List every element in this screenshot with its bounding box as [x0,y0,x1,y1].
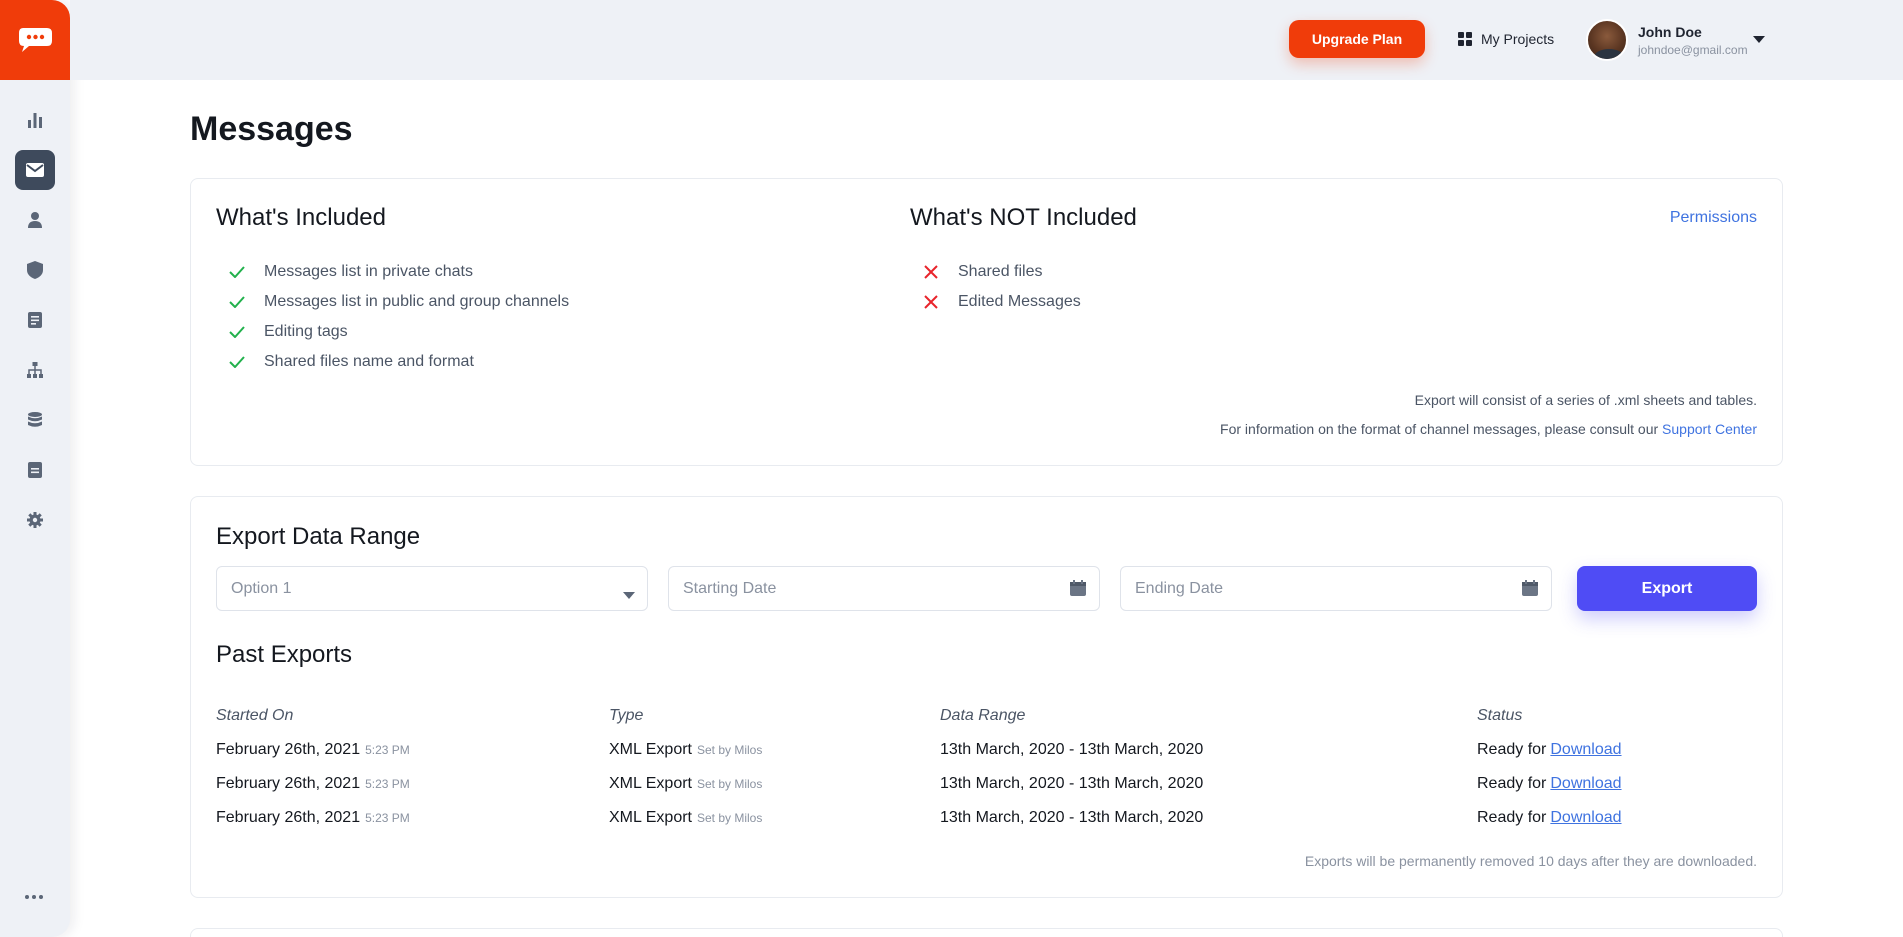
sidebar-item-structure[interactable] [15,350,55,390]
close-icon [924,265,938,279]
app-logo[interactable] [0,0,70,80]
exports-footnote: Exports will be permanently removed 10 d… [1304,853,1757,869]
sidebar-item-documents[interactable] [15,300,55,340]
column-header-status: Status [1477,707,1523,724]
not-included-title: What's NOT Included [910,204,1137,231]
sitemap-icon [27,362,43,378]
column-header-type: Type [609,707,644,724]
document-icon [28,312,42,328]
list-item: Messages list in private chats [226,257,569,287]
started-on-date: February 26th, 2021 [216,809,361,826]
ending-date-placeholder: Ending Date [1135,579,1224,597]
data-range: 13th March, 2020 - 13th March, 2020 [940,775,1204,792]
starting-date-field[interactable]: Starting Date [668,566,1100,611]
upgrade-plan-button[interactable]: Upgrade Plan [1289,20,1425,58]
list-item: Messages list in public and group channe… [226,287,569,317]
sidebar-item-security[interactable] [15,250,55,290]
note-icon [28,462,42,478]
ending-date-field[interactable]: Ending Date [1120,566,1552,611]
my-projects-label: My Projects [1481,31,1555,47]
sidebar-item-reports[interactable] [15,450,55,490]
table-row: February 26th, 2021 5:23 PM XML Export Set… [191,733,1784,767]
included-list: Messages list in private chats Messages … [226,257,569,377]
sidebar-item-analytics[interactable] [15,100,55,140]
user-email: johndoe@gmail.com [1638,42,1748,57]
started-on-time: 5:23 PM [365,777,410,791]
permissions-link[interactable]: Permissions [1670,209,1757,227]
user-icon [28,212,42,228]
avatar [1586,19,1628,61]
download-link[interactable]: Download [1550,741,1621,759]
envelope-icon [26,163,44,177]
set-by: Set by Milos [697,777,763,791]
grid-icon [1458,32,1472,46]
started-on-date: February 26th, 2021 [216,775,361,792]
next-card [190,928,1783,937]
export-info-card: What's Included Messages list in private… [190,178,1783,466]
list-item: Editing tags [226,317,569,347]
list-item: Shared files [920,257,1081,287]
sidebar-item-messages[interactable] [15,150,55,190]
past-exports-title: Past Exports [216,641,353,668]
sidebar-item-database[interactable] [15,400,55,440]
support-note-text: For information on the format of channel… [1220,421,1663,437]
data-range: 13th March, 2020 - 13th March, 2020 [940,741,1204,758]
user-menu[interactable]: John Doe johndoe@gmail.com [1586,18,1765,62]
list-item: Edited Messages [920,287,1081,317]
check-icon [229,266,245,278]
chevron-down-icon[interactable] [1753,36,1765,43]
starting-date-placeholder: Starting Date [683,579,777,597]
page-title: Messages [190,110,353,148]
export-type: XML Export [609,809,692,826]
download-link[interactable]: Download [1550,809,1621,827]
option-select[interactable]: Option 1 [216,566,648,611]
calendar-icon [1069,579,1087,602]
status-text: Ready for [1477,741,1547,758]
shield-icon [27,261,43,279]
export-type: XML Export [609,741,692,758]
export-card: Export Data Range Option 1 Starting Date… [190,496,1783,898]
table-row: February 26th, 2021 5:23 PM XML Export Set… [191,801,1784,835]
support-center-link[interactable]: Support Center [1662,421,1757,437]
started-on-time: 5:23 PM [365,743,410,757]
export-button[interactable]: Export [1577,566,1757,611]
set-by: Set by Milos [697,743,763,757]
status-text: Ready for [1477,809,1547,826]
close-icon [924,295,938,309]
export-range-title: Export Data Range [216,523,421,550]
check-icon [229,296,245,308]
check-icon [229,326,245,338]
check-icon [229,356,245,368]
calendar-icon [1521,579,1539,602]
user-name: John Doe [1638,23,1702,40]
option-select-value: Option 1 [231,579,292,597]
database-icon [28,412,42,427]
support-note: For information on the format of channel… [1220,421,1757,437]
sidebar-item-settings[interactable] [15,500,55,540]
sidebar [0,0,70,937]
my-projects-link[interactable]: My Projects [1458,29,1554,49]
table-row: February 26th, 2021 5:23 PM XML Export Set… [191,767,1784,801]
more-menu-icon[interactable] [25,895,43,899]
sidebar-item-users[interactable] [15,200,55,240]
chat-bubble-icon [19,28,52,52]
column-header-data-range: Data Range [940,707,1026,724]
not-included-list: Shared files Edited Messages [920,257,1081,317]
column-header-started-on: Started On [216,707,294,724]
included-title: What's Included [216,204,387,231]
export-format-note: Export will consist of a series of .xml … [1414,392,1757,408]
bar-chart-icon [28,113,42,128]
download-link[interactable]: Download [1550,775,1621,793]
chevron-down-icon [623,586,635,604]
started-on-time: 5:23 PM [365,811,410,825]
set-by: Set by Milos [697,811,763,825]
started-on-date: February 26th, 2021 [216,741,361,758]
export-type: XML Export [609,775,692,792]
list-item: Shared files name and format [226,347,569,377]
status-text: Ready for [1477,775,1547,792]
data-range: 13th March, 2020 - 13th March, 2020 [940,809,1204,826]
gear-icon [27,512,43,528]
